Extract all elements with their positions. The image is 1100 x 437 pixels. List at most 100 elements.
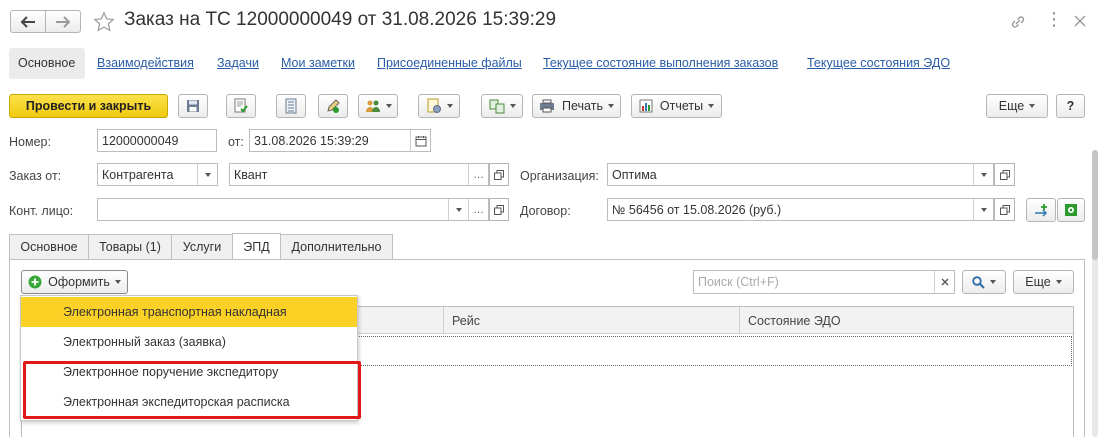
search-icon [972,275,985,289]
organization-field[interactable]: Оптима [607,163,994,186]
close-icon[interactable] [1074,15,1086,27]
post-and-close-button[interactable]: Провести и закрыть [9,94,168,118]
contract-settings-button[interactable] [1057,198,1085,222]
order-from-select[interactable]: Контрагента [97,163,218,186]
nav-order-status[interactable]: Текущее состояние выполнения заказов [543,56,778,70]
contract-label: Договор: [520,204,571,218]
save-button[interactable] [178,94,208,118]
tab-epd[interactable]: ЭПД [232,233,281,260]
search-button[interactable] [962,270,1006,294]
post-document-icon [234,98,248,113]
report-chart-icon [639,99,653,113]
epd-more-label: Еще [1025,275,1051,289]
window-title: Заказ на ТС 12000000049 от 31.08.2026 15… [124,9,557,30]
contract-value: № 56456 от 15.08.2026 (руб.) [612,202,782,217]
reports-button[interactable]: Отчеты [631,94,722,118]
print-button[interactable]: Печать [532,94,621,118]
forward-button[interactable] [45,10,81,33]
printer-icon [540,99,555,113]
menu-item-etn[interactable]: Электронная транспортная накладная [21,297,357,327]
order-from-label: Заказ от: [9,169,62,183]
documents-structure-icon [489,99,504,114]
open-window-icon [494,169,504,180]
nav-edo-status[interactable]: Текущее состояния ЭДО [807,56,950,70]
contact-field[interactable]: … [97,198,489,221]
date-field[interactable]: 31.08.2026 15:39:29 [249,129,431,152]
document-gear-icon [427,98,441,113]
table-column-edo-status[interactable]: Состояние ЭДО [740,307,1073,334]
arrows-plus-icon [1035,204,1048,217]
tab-goods[interactable]: Товары (1) [88,234,172,259]
add-contract-button[interactable] [1026,198,1056,222]
clear-search-button[interactable] [934,271,954,293]
date-label: от: [228,135,244,149]
create-epd-button[interactable]: Оформить [21,270,128,294]
create-epd-label: Оформить [48,275,110,289]
users-icon [365,100,380,112]
plus-circle-icon [28,275,42,289]
arrow-left-icon [20,15,35,28]
number-field[interactable]: 12000000049 [97,129,217,152]
contact-select-button[interactable]: … [468,199,488,220]
menu-item-electronic-order[interactable]: Электронный заказ (заявка) [21,327,357,357]
search-input[interactable]: Поиск (Ctrl+F) [693,270,955,294]
order-from-value: Контрагента [102,167,174,182]
clear-icon [941,278,948,286]
counterparty-field[interactable]: Квант … [229,163,489,186]
print-label: Печать [562,99,603,113]
date-value: 31.08.2026 15:39:29 [254,133,369,148]
calendar-icon [415,135,426,146]
tab-additional[interactable]: Дополнительно [280,234,393,259]
tab-main[interactable]: Основное [9,234,89,259]
link-icon[interactable] [1010,14,1026,30]
number-label: Номер: [9,135,51,149]
post-button[interactable] [226,94,256,118]
counterparty-value: Квант [234,167,268,182]
contact-open-button[interactable] [489,198,509,221]
pencil-icon [327,99,340,113]
more-button[interactable]: Еще [986,94,1048,118]
open-window-icon [999,204,1010,215]
gear-icon [1065,204,1077,216]
organization-open-button[interactable] [994,163,1015,186]
contract-field[interactable]: № 56456 от 15.08.2026 (руб.) [607,198,994,221]
contract-open-button[interactable] [994,198,1015,221]
nav-main-label: Основное [18,56,76,70]
floppy-disk-icon [187,100,199,112]
table-column-trip[interactable]: Рейс [444,307,740,334]
open-window-icon [999,169,1010,180]
reports-label: Отчеты [659,99,704,113]
contract-dropdown[interactable] [973,199,993,220]
calendar-button[interactable] [410,130,430,151]
star-icon[interactable] [93,11,115,33]
organization-label: Организация: [520,169,599,183]
arrow-right-icon [56,15,71,28]
journal-button[interactable] [276,94,306,118]
epd-more-button[interactable]: Еще [1013,270,1074,294]
number-value: 12000000049 [102,133,179,148]
nav-files[interactable]: Присоединенные файлы [377,56,522,70]
counterparty-select-button[interactable]: … [468,164,488,185]
nav-notes[interactable]: Мои заметки [281,56,355,70]
organization-dropdown[interactable] [973,164,993,185]
contact-label: Конт. лицо: [9,204,74,218]
edit-button[interactable] [318,94,348,118]
open-window-icon [494,204,504,215]
order-from-dropdown[interactable] [197,164,217,185]
related-documents-button[interactable] [481,94,523,118]
nav-tasks[interactable]: Задачи [217,56,259,70]
list-journal-icon [285,98,297,114]
create-based-on-button[interactable] [418,94,460,118]
contact-dropdown[interactable] [448,199,468,220]
help-button[interactable]: ? [1056,94,1085,118]
scrollbar-thumb[interactable] [1092,150,1098,260]
highlight-frame [23,361,361,419]
nav-interactions[interactable]: Взаимодействия [97,56,194,70]
tab-services[interactable]: Услуги [171,234,233,259]
back-button[interactable] [10,10,46,33]
search-placeholder: Поиск (Ctrl+F) [698,275,779,289]
counterparty-open-button[interactable] [489,163,509,186]
more-options-icon[interactable]: ⋮ [1045,10,1063,28]
users-button[interactable] [358,94,398,118]
table-column-header[interactable] [357,307,444,334]
